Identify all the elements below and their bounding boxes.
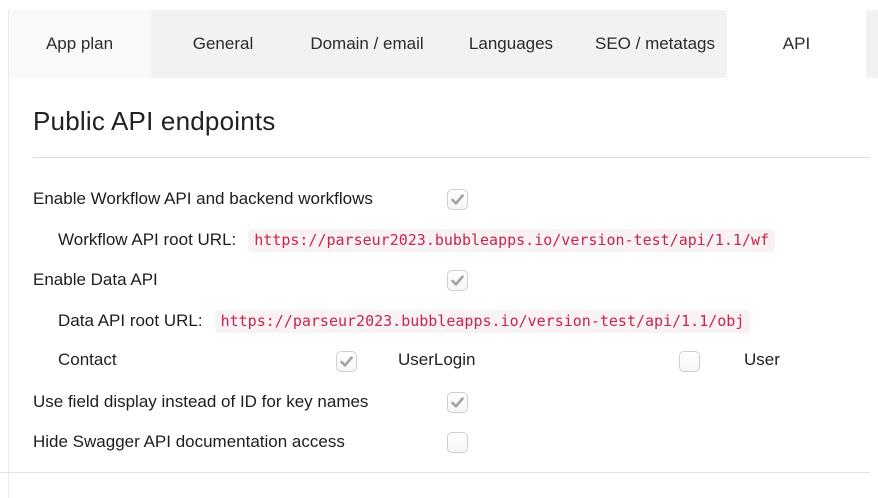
- settings-tab-bar: App plan General Domain / email Language…: [8, 10, 878, 78]
- data-type-contact-checkbox[interactable]: [336, 351, 357, 372]
- enable-data-api-checkbox[interactable]: [447, 270, 468, 291]
- workflow-root-url-label: Workflow API root URL:: [58, 230, 237, 249]
- tab-label: API: [782, 34, 811, 53]
- tab-label: SEO / metatags: [595, 34, 715, 53]
- data-root-url-label: Data API root URL:: [58, 311, 203, 330]
- checkmark-icon: [451, 194, 464, 205]
- checkmark-icon: [451, 275, 464, 286]
- workflow-root-url-row: Workflow API root URL: https://parseur20…: [58, 228, 870, 252]
- enable-data-api-label: Enable Data API: [33, 270, 158, 289]
- bottom-divider: [0, 472, 870, 473]
- heading-divider: [33, 157, 870, 158]
- tab-app-plan[interactable]: App plan: [8, 10, 151, 78]
- tab-languages[interactable]: Languages: [439, 10, 583, 78]
- tab-seo-metatags[interactable]: SEO / metatags: [583, 10, 727, 78]
- enable-workflow-api-label: Enable Workflow API and backend workflow…: [33, 189, 373, 208]
- panel-left-border: [8, 10, 9, 498]
- workflow-root-url-value[interactable]: https://parseur2023.bubbleapps.io/versio…: [248, 228, 776, 252]
- tab-api[interactable]: API: [727, 10, 866, 78]
- enable-workflow-api-checkbox[interactable]: [447, 189, 468, 210]
- data-type-user-label: User: [744, 350, 780, 369]
- use-field-display-label: Use field display instead of ID for key …: [33, 392, 369, 411]
- tab-label: Domain / email: [310, 34, 424, 53]
- data-type-contact-label: Contact: [58, 350, 117, 369]
- checkmark-icon: [451, 397, 464, 408]
- data-type-userlogin-label: UserLogin: [398, 350, 476, 369]
- page-title: Public API endpoints: [33, 106, 276, 136]
- tab-bar-spacer: [866, 10, 878, 78]
- data-type-userlogin-checkbox[interactable]: [679, 351, 700, 372]
- tab-general[interactable]: General: [151, 10, 295, 78]
- hide-swagger-label: Hide Swagger API documentation access: [33, 432, 345, 451]
- hide-swagger-checkbox[interactable]: [447, 432, 468, 453]
- data-root-url-value[interactable]: https://parseur2023.bubbleapps.io/versio…: [214, 309, 751, 333]
- tab-label: Languages: [468, 34, 554, 53]
- checkmark-icon: [340, 356, 353, 367]
- use-field-display-checkbox[interactable]: [447, 392, 468, 413]
- tab-label: General: [192, 34, 254, 53]
- tab-label: App plan: [45, 34, 114, 53]
- data-root-url-row: Data API root URL: https://parseur2023.b…: [58, 309, 870, 333]
- tab-domain-email[interactable]: Domain / email: [295, 10, 439, 78]
